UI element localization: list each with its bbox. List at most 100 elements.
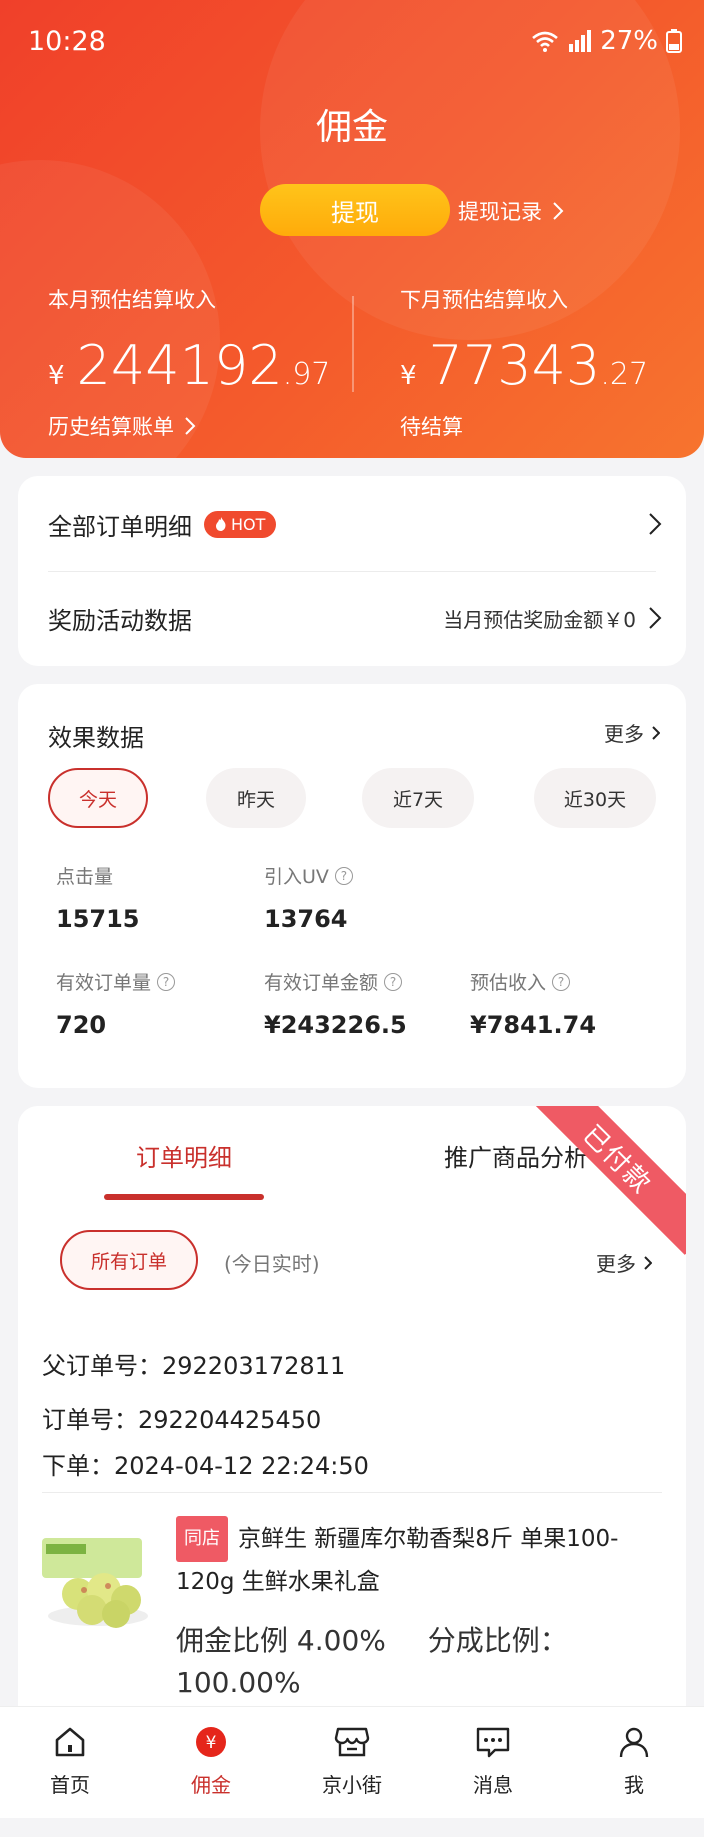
active-tab-indicator [104, 1194, 264, 1200]
help-icon[interactable]: ? [552, 972, 571, 991]
settlement-history-label: 历史结算账单 [48, 415, 174, 439]
bottom-navigation: 首页 ¥ 佣金 京小街 消息 我 [0, 1706, 704, 1818]
metric-order-amount: 有效订单金额? ¥243226.5 [264, 968, 407, 1039]
divider [48, 571, 656, 572]
home-icon [55, 1727, 85, 1757]
signal-icon [569, 30, 592, 52]
paid-status-ribbon: 已付款 [522, 1106, 686, 1255]
settlement-history-link[interactable]: 历史结算账单 [48, 411, 330, 441]
message-icon [476, 1727, 510, 1758]
chevron-right-icon [649, 513, 662, 535]
nav-commission[interactable]: ¥ 佣金 [161, 1725, 261, 1798]
all-orders-row[interactable]: 全部订单明细 HOT [48, 504, 662, 544]
reward-data-label: 奖励活动数据 [48, 606, 192, 635]
nav-label: 消息 [473, 1773, 513, 1797]
reward-data-row[interactable]: 奖励活动数据 当月预估奖励金额￥0 [48, 598, 662, 638]
flame-icon [216, 517, 226, 531]
help-icon[interactable]: ? [157, 972, 176, 991]
page-title: 佣金 [315, 107, 388, 148]
currency-symbol: ¥ [48, 361, 65, 391]
chevron-right-icon [185, 417, 196, 435]
svg-text:¥: ¥ [206, 1733, 217, 1753]
metric-value: 13764 [264, 905, 348, 933]
status-time: 10:28 [28, 26, 106, 57]
wifi-icon [532, 31, 559, 52]
next-month-amount: ¥ 77343 .27 [400, 334, 648, 397]
currency-symbol: ¥ [400, 361, 417, 391]
commission-rates: 佣金比例 4.00% 分成比例： 100.00% [176, 1620, 656, 1704]
withdraw-record-label: 提现记录 [458, 200, 542, 224]
orders-more-link[interactable]: 更多 [596, 1248, 652, 1277]
status-bar: 10:28 27% [0, 0, 704, 84]
chevron-right-icon [649, 607, 662, 629]
metric-value: 720 [56, 1011, 107, 1039]
metric-clicks: 点击量 15715 [56, 862, 140, 933]
metric-value: ¥243226.5 [264, 1011, 407, 1039]
help-icon[interactable]: ? [334, 866, 353, 885]
tab-order-details[interactable]: 订单明细 [136, 1138, 232, 1173]
metric-valid-orders: 有效订单量? 720 [56, 968, 176, 1039]
divider [42, 1492, 662, 1493]
this-month-label: 本月预估结算收入 [48, 288, 216, 312]
all-orders-label: 全部订单明细 [48, 512, 192, 541]
amount-integer: 244192 [76, 334, 283, 397]
more-label: 更多 [604, 722, 644, 746]
range-30-days[interactable]: 近30天 [534, 768, 656, 828]
metric-label: 点击量 [56, 866, 114, 888]
metric-uv: 引入UV? 13764 [264, 862, 353, 933]
product-title: 同店 京鲜生 新疆库尔勒香梨8斤 单果100-120g 生鲜水果礼盒 [176, 1516, 676, 1602]
commission-rate-value: 4.00% [296, 1624, 386, 1657]
range-7-days[interactable]: 近7天 [362, 768, 474, 828]
effect-data-title: 效果数据 [48, 724, 144, 752]
realtime-note: (今日实时) [224, 1252, 320, 1276]
help-icon[interactable]: ? [384, 972, 403, 991]
nav-label: 佣金 [191, 1773, 231, 1797]
more-label: 更多 [596, 1252, 636, 1276]
next-month-earnings: 下月预估结算收入 ¥ 77343 .27 待结算 [400, 284, 648, 441]
amount-integer: 77343 [428, 334, 601, 397]
product-name: 京鲜生 新疆库尔勒香梨8斤 单果100-120g 生鲜水果礼盒 [176, 1526, 619, 1595]
pending-settlement-link[interactable]: 待结算 [400, 411, 648, 441]
range-yesterday[interactable]: 昨天 [206, 768, 306, 828]
nav-jd-street[interactable]: 京小街 [302, 1725, 402, 1798]
metric-label: 有效订单量 [56, 972, 152, 994]
orders-card: 订单明细 推广商品分析 所有订单 (今日实时) 更多 已付款 父订单号：2922… [18, 1106, 686, 1746]
divider [352, 296, 354, 392]
same-shop-tag: 同店 [176, 1516, 228, 1562]
nav-messages[interactable]: 消息 [443, 1725, 543, 1798]
nav-label: 京小街 [322, 1773, 382, 1797]
this-month-amount: ¥ 244192 .97 [48, 334, 330, 397]
metric-estimated-income: 预估收入? ¥7841.74 [470, 968, 596, 1039]
yen-icon: ¥ [196, 1727, 226, 1757]
withdraw-button[interactable]: 提现 [260, 184, 450, 236]
order-number: 订单号：292204425450 [42, 1406, 322, 1434]
this-month-earnings: 本月预估结算收入 ¥ 244192 .97 历史结算账单 [48, 284, 330, 441]
commission-header: 10:28 27% 佣金 提现 提现记录 本月预估结算收入 ¥ 244192 .… [0, 0, 704, 458]
withdraw-record-link[interactable]: 提现记录 [458, 196, 564, 226]
nav-home[interactable]: 首页 [20, 1725, 120, 1798]
product-image [42, 1538, 148, 1628]
share-rate-label: 分成比例： [427, 1624, 568, 1657]
next-month-label: 下月预估结算收入 [400, 288, 568, 312]
hot-badge-text: HOT [231, 514, 266, 534]
tab-product-analysis[interactable]: 推广商品分析 [444, 1138, 588, 1173]
parent-order-number: 父订单号：292203172811 [42, 1352, 346, 1380]
effect-more-link[interactable]: 更多 [604, 718, 660, 747]
amount-decimal: .27 [600, 357, 649, 392]
commission-rate-label: 佣金比例 [176, 1624, 289, 1657]
all-orders-filter[interactable]: 所有订单 [60, 1230, 198, 1290]
nav-me[interactable]: 我 [584, 1725, 684, 1798]
metric-value: ¥7841.74 [470, 1011, 597, 1039]
metric-value: 15715 [56, 905, 140, 933]
effect-data-card: 效果数据 更多 今天 昨天 近7天 近30天 点击量 15715 引入UV? 1… [18, 684, 686, 1088]
menu-card: 全部订单明细 HOT 奖励活动数据 当月预估奖励金额￥0 [18, 476, 686, 666]
range-today[interactable]: 今天 [48, 768, 148, 828]
chevron-right-icon [553, 202, 564, 220]
user-icon [619, 1727, 649, 1758]
battery-icon [666, 29, 682, 53]
chevron-right-icon [652, 725, 660, 740]
amount-decimal: .97 [282, 357, 331, 392]
battery-percent: 27% [600, 26, 658, 56]
metric-label: 预估收入 [470, 972, 547, 994]
share-rate-value: 100.00% [176, 1666, 301, 1699]
